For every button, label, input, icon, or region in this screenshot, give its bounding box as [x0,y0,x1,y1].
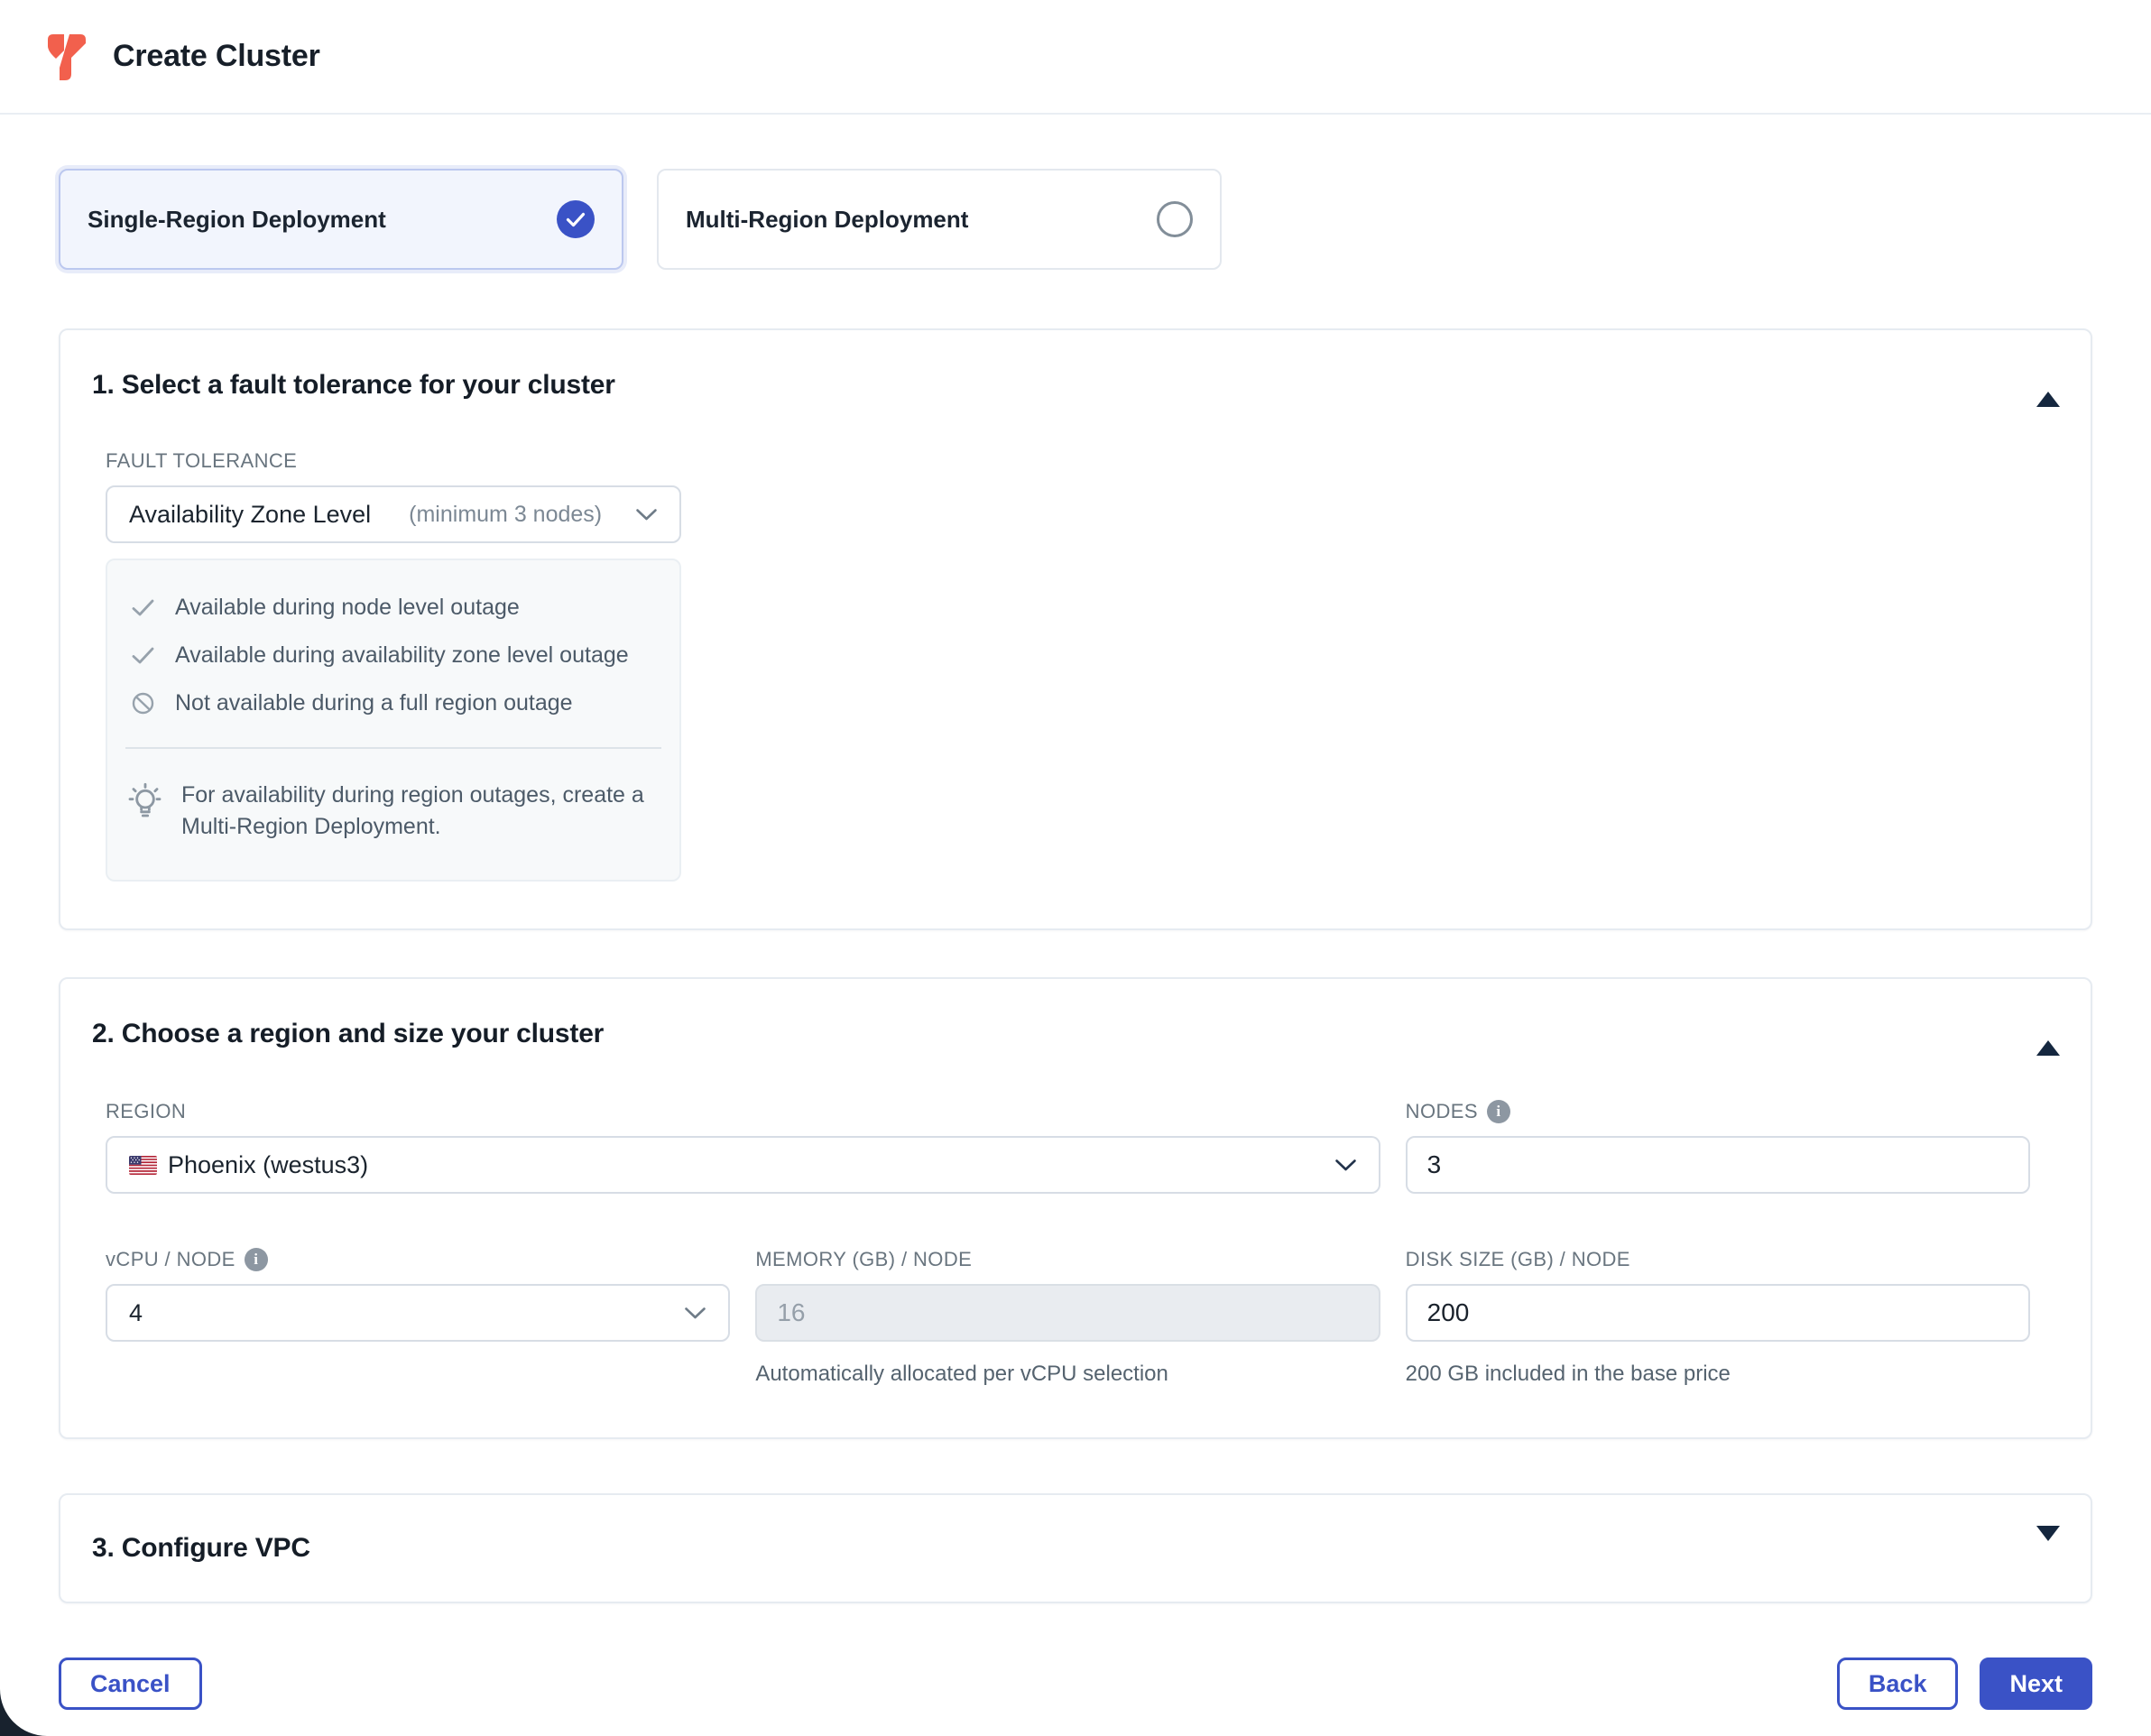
select-value: 4 [129,1299,143,1327]
chevron-down-icon [635,508,658,522]
region-label: REGION [106,1100,1380,1123]
expand-section-button[interactable] [2031,1543,2065,1554]
chevron-down-icon [2036,1526,2060,1555]
memory-field: MEMORY (GB) / NODE Automatically allocat… [755,1248,1380,1387]
fault-tolerance-section-header: 1. Select a fault tolerance for your clu… [60,330,2091,401]
app-logo-icon [45,32,88,82]
disk-help: 200 GB included in the base price [1406,1362,2030,1387]
disk-input[interactable] [1406,1284,2030,1342]
select-value: Availability Zone Level [129,501,371,529]
tip-text: For availability during region outages, … [181,780,660,842]
fault-tolerance-select[interactable]: Availability Zone Level (minimum 3 nodes… [106,485,681,543]
section-title: 2. Choose a region and size your cluster [92,1019,604,1049]
divider [125,747,661,749]
memory-label: MEMORY (GB) / NODE [755,1248,1380,1271]
region-select[interactable]: Phoenix (westus3) [106,1136,1380,1194]
nodes-input[interactable] [1406,1136,2030,1194]
availability-text: Available during availability zone level… [175,642,629,669]
nodes-field: NODES i [1406,1100,2030,1194]
vpc-section: 3. Configure VPC [59,1493,2092,1603]
vcpu-select[interactable]: 4 [106,1284,730,1342]
region-field: REGION [106,1100,1380,1194]
blocked-icon [131,691,155,716]
memory-help: Automatically allocated per vCPU selecti… [755,1362,1380,1387]
availability-info-box: Available during node level outage Avail… [106,559,681,882]
info-icon[interactable]: i [1487,1100,1510,1123]
region-size-section-header: 2. Choose a region and size your cluster [60,979,2091,1049]
nodes-label: NODES [1406,1100,1478,1123]
availability-text: Available during node level outage [175,595,520,621]
availability-item: Not available during a full region outag… [107,690,679,716]
cancel-button[interactable]: Cancel [59,1658,202,1710]
vcpu-label: vCPU / NODE [106,1248,235,1271]
disk-field: DISK SIZE (GB) / NODE 200 GB included in… [1406,1248,2030,1387]
back-button[interactable]: Back [1837,1658,1959,1710]
option-label: Single-Region Deployment [88,206,386,234]
dialog-sheet: Create Cluster Single-Region Deployment … [0,0,2151,1736]
memory-input [755,1284,1380,1342]
selected-check-icon [557,200,595,238]
disk-label: DISK SIZE (GB) / NODE [1406,1248,2030,1271]
availability-item: Available during node level outage [107,595,679,621]
chevron-down-icon [684,1307,706,1320]
collapse-section-button[interactable] [2031,1029,2065,1039]
option-label: Multi-Region Deployment [686,206,968,234]
section-title: 1. Select a fault tolerance for your clu… [92,370,615,401]
availability-text: Not available during a full region outag… [175,690,573,716]
next-button[interactable]: Next [1980,1658,2092,1710]
info-icon[interactable]: i [245,1248,268,1271]
fault-tolerance-form: FAULT TOLERANCE Availability Zone Level … [106,449,2059,882]
region-size-section: 2. Choose a region and size your cluster… [59,977,2092,1439]
fault-tolerance-section: 1. Select a fault tolerance for your clu… [59,328,2092,930]
region-size-form: REGION [106,1100,2030,1387]
vcpu-field: vCPU / NODE i 4 [106,1248,730,1387]
radio-circle-icon [1157,201,1193,237]
footer-actions: Cancel Back Next [59,1658,2092,1710]
chevron-up-icon [2036,378,2060,407]
tip-row: For availability during region outages, … [107,780,679,842]
lightbulb-icon [127,780,163,825]
collapse-section-button[interactable] [2031,380,2065,391]
fault-tolerance-label: FAULT TOLERANCE [106,449,2059,473]
chevron-up-icon [2036,1027,2060,1056]
select-hint: (minimum 3 nodes) [409,502,602,528]
nodes-label-row: NODES i [1406,1100,2030,1123]
availability-item: Available during availability zone level… [107,642,679,669]
header: Create Cluster [0,0,2151,115]
deployment-type-row: Single-Region Deployment Multi-Region De… [59,169,2092,270]
multi-region-option[interactable]: Multi-Region Deployment [657,169,1222,270]
single-region-option[interactable]: Single-Region Deployment [59,169,623,270]
create-cluster-page: Create Cluster Single-Region Deployment … [0,0,2151,1736]
chevron-down-icon [1334,1159,1357,1172]
us-flag-icon [129,1156,157,1175]
select-value: Phoenix (westus3) [168,1151,368,1179]
vpc-section-header: 3. Configure VPC [92,1533,2065,1564]
page-title: Create Cluster [113,39,320,74]
section-title: 3. Configure VPC [92,1533,310,1564]
check-icon [131,646,155,665]
check-icon [131,598,155,617]
vcpu-label-row: vCPU / NODE i [106,1248,730,1271]
